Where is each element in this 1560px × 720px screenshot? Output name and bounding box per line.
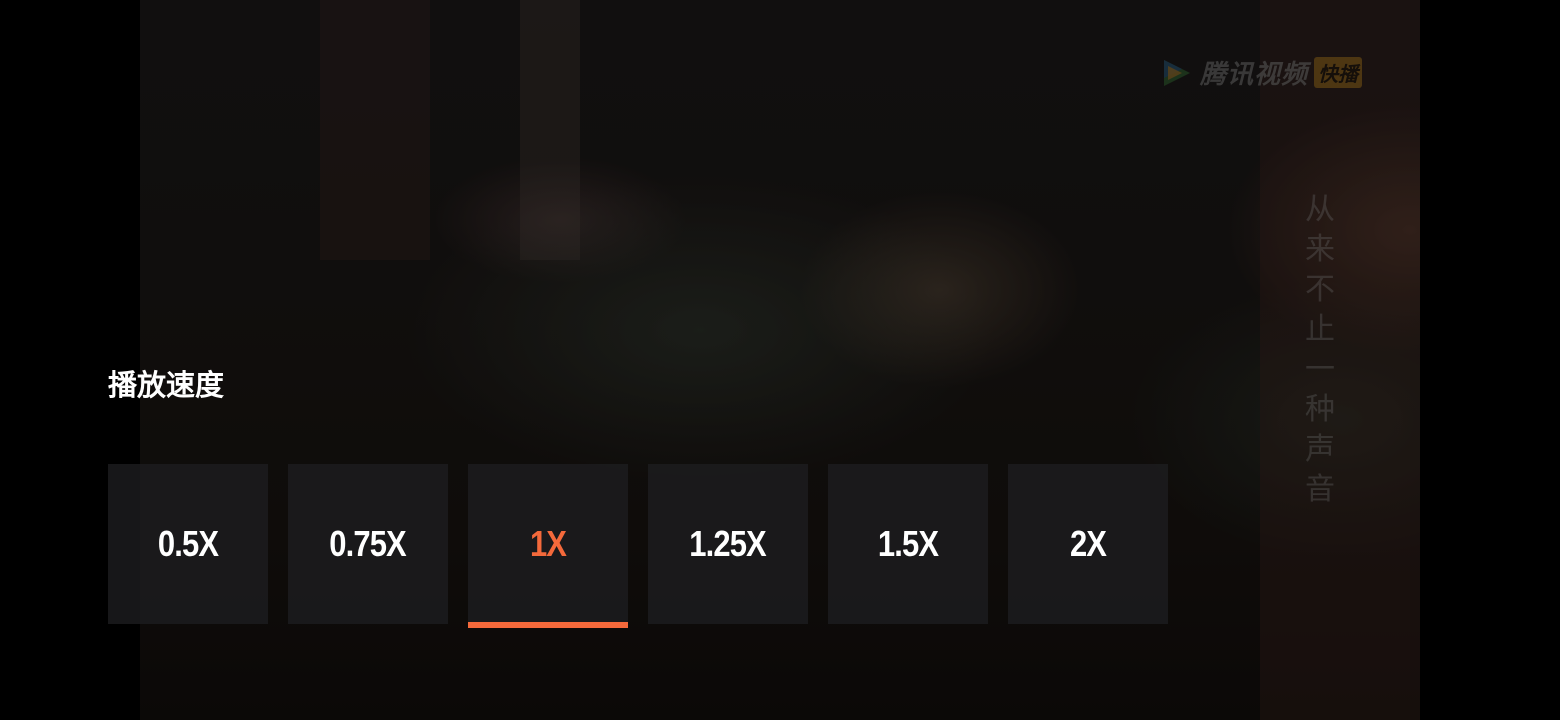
speed-option-label: 2X — [1069, 523, 1107, 564]
speed-option-1x[interactable]: 1X — [468, 464, 628, 628]
playback-speed-title: 播放速度 — [108, 368, 225, 402]
speed-option-0.75x[interactable]: 0.75X — [288, 464, 448, 624]
speed-option-label: 0.75X — [329, 523, 407, 564]
speed-option-0.5x[interactable]: 0.5X — [108, 464, 268, 624]
speed-option-label: 1.25X — [689, 523, 767, 564]
speed-option-1.5x[interactable]: 1.5X — [828, 464, 988, 624]
player-screen: 腾讯视频 快播 从来不止一种声音 播放速度 0.5X 0.75X 1X 1.25… — [0, 0, 1560, 720]
speed-option-label: 1X — [529, 523, 567, 564]
speed-option-2x[interactable]: 2X — [1008, 464, 1168, 624]
speed-option-1.25x[interactable]: 1.25X — [648, 464, 808, 624]
speed-option-label: 1.5X — [877, 523, 939, 564]
speed-options: 0.5X 0.75X 1X 1.25X 1.5X 2X — [108, 464, 1168, 628]
speed-option-label: 0.5X — [157, 523, 219, 564]
